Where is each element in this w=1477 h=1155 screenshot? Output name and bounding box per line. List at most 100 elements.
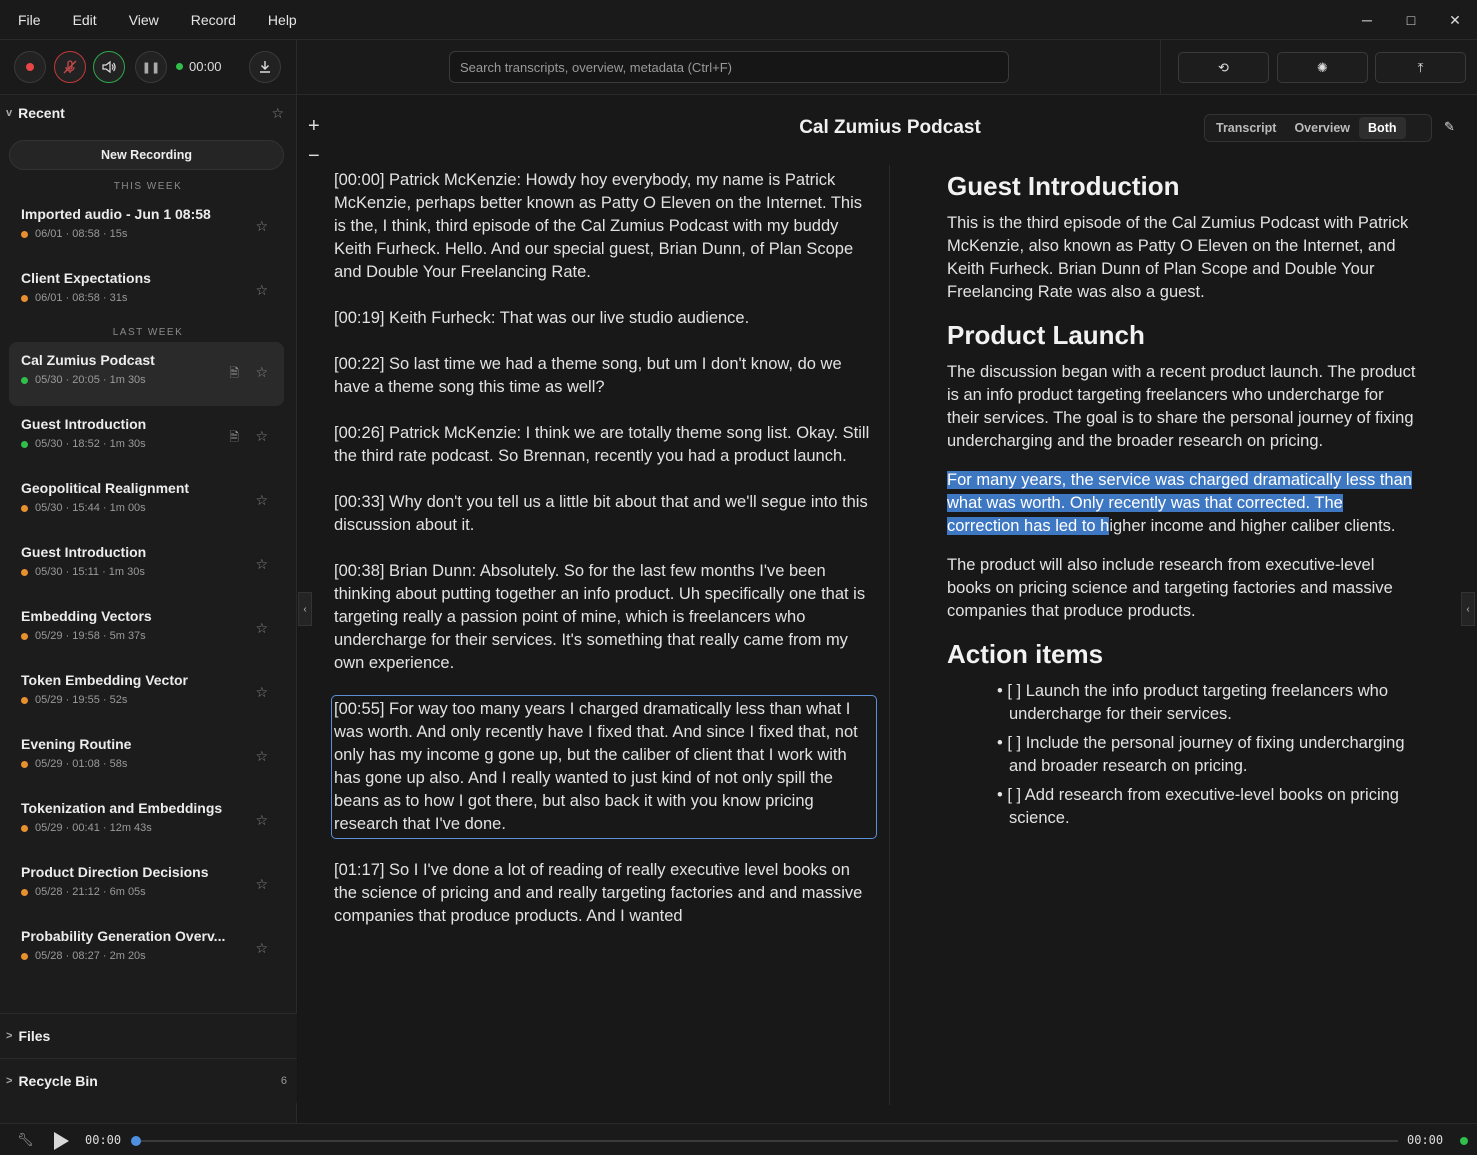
star-icon[interactable]: ☆ — [255, 364, 268, 381]
minimize-icon[interactable]: ─ — [1345, 0, 1389, 40]
star-filter-icon[interactable]: ☆ — [271, 105, 284, 122]
star-icon[interactable]: ☆ — [255, 492, 268, 509]
overview-paragraph: This is the third episode of the Cal Zum… — [947, 214, 1409, 301]
recording-item[interactable]: Embedding Vectors 05/29 · 19:58 · 5m 37s ☆ — [9, 598, 284, 662]
recording-item[interactable]: Probability Generation Overv... 05/28 · 0… — [9, 918, 284, 982]
status-dot — [21, 824, 28, 832]
chevron-down-icon: v — [6, 107, 13, 119]
timer-value: 00:00 — [189, 59, 222, 74]
recording-title: Imported audio - Jun 1 08:58 — [21, 206, 211, 222]
star-icon[interactable]: ☆ — [255, 684, 268, 701]
menu-edit[interactable]: Edit — [73, 12, 97, 28]
mic-mute-button[interactable] — [54, 51, 86, 83]
recent-header[interactable]: v Recent ☆ — [0, 95, 296, 131]
recording-meta-text: 05/29 · 01:08 · 58s — [35, 758, 128, 770]
recording-meta-text: 05/29 · 00:41 · 12m 43s — [35, 822, 152, 834]
sidebar: v Recent ☆ New Recording THIS WEEK Impor… — [0, 95, 297, 1123]
action-item[interactable]: • [ ] Include the personal journey of fi… — [997, 732, 1417, 778]
current-time: 00:00 — [85, 1133, 122, 1147]
files-section[interactable]: > Files — [0, 1013, 297, 1058]
window-controls: ─ □ ✕ — [1345, 0, 1477, 40]
recording-item[interactable]: Product Direction Decisions 05/28 · 21:12… — [9, 854, 284, 918]
action-item[interactable]: • [ ] Add research from executive-level … — [997, 784, 1417, 830]
recording-item[interactable]: Evening Routine 05/29 · 01:08 · 58s ☆ — [9, 726, 284, 790]
magic-button[interactable]: ✺ — [1277, 52, 1368, 83]
play-icon[interactable] — [54, 1132, 69, 1150]
overview-paragraph: The product will also include research f… — [947, 556, 1393, 620]
refresh-button[interactable]: ⟲ — [1178, 52, 1269, 83]
menu-record[interactable]: Record — [191, 12, 236, 28]
menu-file[interactable]: File — [18, 12, 41, 28]
star-icon[interactable]: ☆ — [255, 428, 268, 445]
wrench-icon[interactable]: 🔧︎ — [17, 1132, 34, 1148]
transcript-segment[interactable]: [00:19] Keith Furheck: That was our live… — [334, 307, 874, 330]
star-icon[interactable]: ☆ — [255, 940, 268, 957]
download-icon — [260, 61, 270, 73]
recent-label: Recent — [18, 105, 65, 121]
recording-item[interactable]: Cal Zumius Podcast 05/30 · 20:05 · 1m 30s… — [9, 342, 284, 406]
status-dot — [21, 376, 28, 384]
star-icon[interactable]: ☆ — [255, 556, 268, 573]
transcript-segment[interactable]: [00:38] Brian Dunn: Absolutely. So for t… — [334, 560, 874, 675]
recording-item[interactable]: Imported audio - Jun 1 08:58 06/01 · 08:5… — [9, 196, 284, 260]
recording-item[interactable]: Geopolitical Realignment 05/30 · 15:44 · … — [9, 470, 284, 534]
recycle-bin-section[interactable]: > Recycle Bin 6 — [0, 1058, 297, 1103]
transcript-segment[interactable]: [00:26] Patrick McKenzie: I think we are… — [334, 422, 874, 468]
collapse-right-icon[interactable]: ‹ — [1461, 592, 1475, 626]
recording-meta: 06/01 · 08:58 · 31s — [21, 292, 272, 304]
pencil-icon[interactable]: ✎ — [1444, 119, 1455, 135]
recording-item[interactable]: Guest Introduction 05/30 · 18:52 · 1m 30s… — [9, 406, 284, 470]
status-dot — [21, 294, 28, 302]
star-icon[interactable]: ☆ — [255, 282, 268, 299]
minus-icon[interactable]: − — [308, 145, 320, 168]
search-placeholder: Search transcripts, overview, metadata (… — [460, 59, 733, 75]
view-toggle: Transcript Overview Both — [1204, 114, 1432, 142]
star-icon[interactable]: ☆ — [255, 218, 268, 235]
menu-view[interactable]: View — [129, 12, 159, 28]
recycle-label: Recycle Bin — [18, 1073, 98, 1089]
recording-item[interactable]: Token Embedding Vector 05/29 · 19:55 · 52… — [9, 662, 284, 726]
overview-paragraph-selected: For many years, the service was charged … — [947, 469, 1417, 538]
collapse-left-icon[interactable]: ‹ — [298, 592, 312, 626]
transcript-segment[interactable]: [00:33] Why don't you tell us a little b… — [334, 491, 874, 537]
files-label: Files — [18, 1028, 51, 1044]
status-dot — [21, 568, 28, 576]
menu-help[interactable]: Help — [268, 12, 297, 28]
action-items-list: • [ ] Launch the info product targeting … — [997, 680, 1417, 830]
star-icon[interactable]: ☆ — [255, 620, 268, 637]
recording-item[interactable]: Guest Introduction 05/30 · 15:11 · 1m 30s… — [9, 534, 284, 598]
tab-overview[interactable]: Overview — [1285, 117, 1359, 139]
new-recording-button[interactable]: New Recording — [9, 140, 284, 170]
recording-item[interactable]: Tokenization and Embeddings 05/29 · 00:41… — [9, 790, 284, 854]
mic-off-icon — [63, 60, 77, 74]
pause-button[interactable]: ❚❚ — [135, 51, 167, 83]
seek-bar[interactable] — [135, 1140, 1398, 1142]
seek-handle[interactable] — [131, 1136, 141, 1146]
recording-item[interactable]: Client Expectations 06/01 · 08:58 · 31s ☆ — [9, 260, 284, 324]
export-button[interactable]: ⤒ — [1375, 52, 1466, 83]
star-icon[interactable]: ☆ — [255, 812, 268, 829]
star-icon[interactable]: ☆ — [255, 748, 268, 765]
overview-panel: Guest Introduction This is the third epi… — [947, 165, 1417, 836]
download-button[interactable] — [249, 51, 281, 83]
recording-title: Guest Introduction — [21, 544, 147, 560]
maximize-icon[interactable]: □ — [1389, 0, 1433, 40]
close-icon[interactable]: ✕ — [1433, 0, 1477, 40]
speaker-button[interactable] — [93, 51, 125, 83]
recycle-count: 6 — [280, 1075, 287, 1087]
transcript-segment[interactable]: [00:00] Patrick McKenzie: Howdy hoy ever… — [334, 169, 874, 284]
transcript-segment[interactable]: [00:22] So last time we had a theme song… — [334, 353, 874, 399]
tab-both[interactable]: Both — [1359, 117, 1406, 139]
recording-meta-text: 05/30 · 18:52 · 1m 30s — [35, 438, 146, 450]
recording-meta-text: 05/28 · 08:27 · 2m 20s — [35, 950, 146, 962]
action-item[interactable]: • [ ] Launch the info product targeting … — [997, 680, 1417, 726]
status-dot — [1460, 1137, 1468, 1145]
star-icon[interactable]: ☆ — [255, 876, 268, 893]
recording-meta: 05/29 · 19:55 · 52s — [21, 694, 272, 706]
toolbar: ❚❚ 00:00 Search transcripts, overview, m… — [0, 40, 1477, 95]
search-input[interactable]: Search transcripts, overview, metadata (… — [449, 51, 1009, 83]
transcript-segment-highlighted[interactable]: [00:55] For way too many years I charged… — [331, 695, 877, 839]
transcript-segment[interactable]: [01:17] So I I've done a lot of reading … — [334, 859, 874, 928]
record-button[interactable] — [14, 51, 46, 83]
tab-transcript[interactable]: Transcript — [1207, 117, 1285, 139]
